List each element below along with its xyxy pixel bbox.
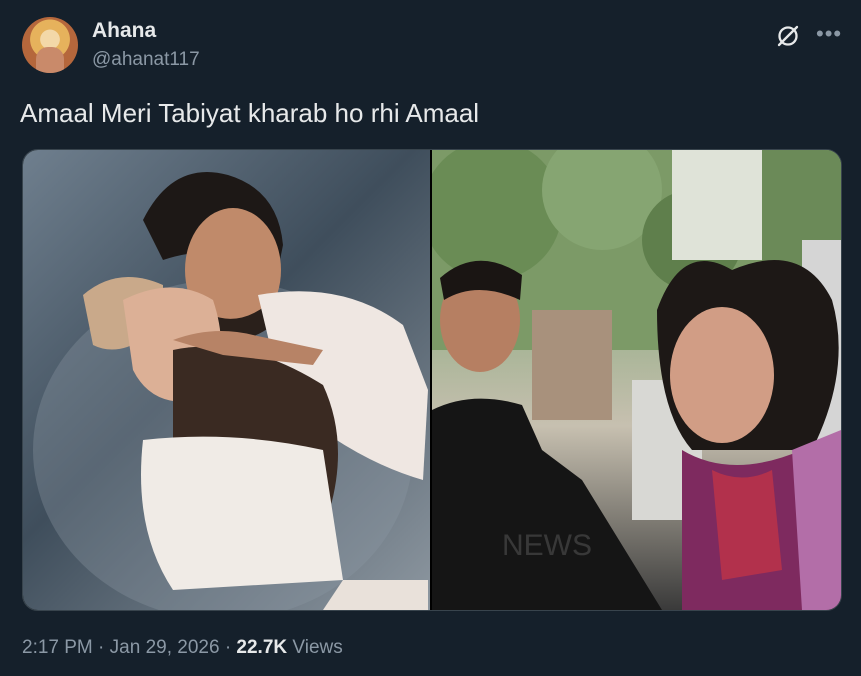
avatar[interactable]	[22, 17, 78, 73]
street-photo[interactable]: NEWS	[432, 150, 841, 610]
author-handle[interactable]: @ahanat117	[92, 49, 200, 71]
tweet-header: Ahana @ahanat117 •••	[22, 17, 842, 77]
tweet-text: Amaal Meri Tabiyat kharab ho rhi Amaal	[20, 98, 480, 128]
author-name[interactable]: Ahana	[92, 19, 156, 43]
separator: ·	[98, 637, 105, 658]
couple-photo[interactable]	[23, 150, 430, 610]
views-label: Views	[292, 637, 343, 658]
tweet-date[interactable]: Jan 29, 2026	[110, 637, 220, 658]
grok-icon[interactable]	[775, 23, 801, 49]
tweet-time[interactable]: 2:17 PM	[22, 637, 93, 658]
views-count[interactable]: 22.7K	[236, 637, 287, 658]
separator: ·	[224, 637, 232, 658]
more-icon[interactable]: •••	[816, 21, 842, 47]
tweet-footer: 2:17 PM · Jan 29, 2026 · 22.7K Views	[22, 637, 343, 659]
tweet-media[interactable]: NEWS	[22, 149, 842, 611]
watermark-text: NEWS	[502, 529, 592, 562]
